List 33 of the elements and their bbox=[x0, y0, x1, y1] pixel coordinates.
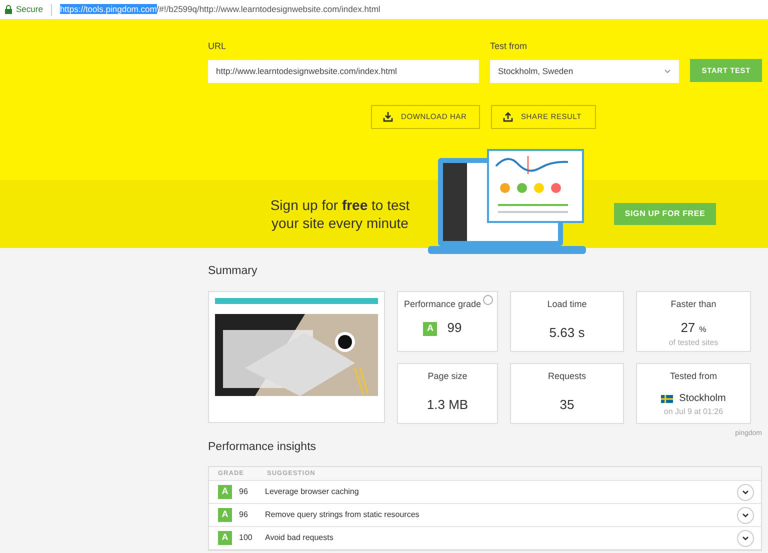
card-value: 35 bbox=[558, 398, 576, 414]
grade-badge: A bbox=[423, 322, 438, 336]
card-title: Requests bbox=[548, 370, 586, 382]
security-label: Secure bbox=[16, 3, 43, 16]
card-title: Load time bbox=[547, 298, 587, 310]
suggestion-cell: Avoid bad requests bbox=[265, 532, 334, 544]
grade-badge: A bbox=[218, 531, 232, 546]
card-title: Faster than bbox=[670, 298, 716, 310]
location-dropdown[interactable]: Stockholm, Sweden bbox=[490, 60, 680, 82]
grade-badge: A bbox=[218, 485, 232, 500]
url-label: URL bbox=[208, 40, 228, 53]
promo-text: Sign up for free to test your site every minute bbox=[269, 196, 411, 232]
suggestion-cell: Leverage browser caching bbox=[265, 486, 359, 498]
card-value: Stockholm bbox=[679, 393, 726, 405]
card-note: on Jul 9 at 01:26 bbox=[662, 406, 724, 416]
card-value: 1.3 MB bbox=[426, 398, 470, 414]
card-title: Performance grade bbox=[404, 298, 482, 310]
section-title: Summary bbox=[208, 265, 258, 279]
card-note: of tested sites bbox=[668, 338, 720, 348]
url-field[interactable]: http://www.learntodesignwebsite.com/index.html bbox=[208, 60, 479, 82]
section-title: Performance insights bbox=[208, 441, 318, 456]
percent-unit: % bbox=[699, 325, 706, 334]
suggestion-cell: Remove query strings from static resources bbox=[265, 509, 420, 522]
grade-badge: A bbox=[218, 508, 232, 522]
card-value: 5.63 s bbox=[548, 326, 586, 342]
card-title: Page size bbox=[428, 370, 468, 382]
card-title: Tested from bbox=[670, 370, 718, 382]
test-from-label: Test from bbox=[490, 40, 528, 53]
card-value: 27 bbox=[680, 321, 696, 336]
score-cell-text: 100 bbox=[239, 532, 254, 544]
card-value: 99 bbox=[447, 321, 462, 336]
score-cell-text: 96 bbox=[239, 509, 249, 522]
score-cell-text: 96 bbox=[239, 486, 249, 498]
